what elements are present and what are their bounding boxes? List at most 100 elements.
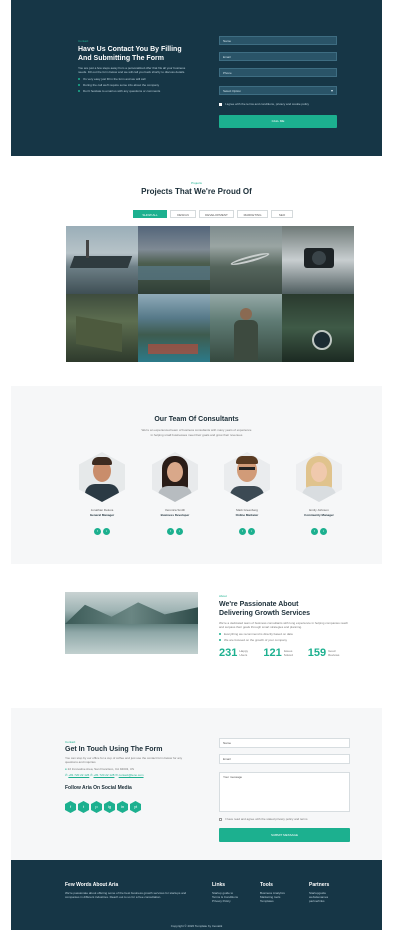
twitter-icon[interactable]: t [320, 528, 327, 535]
request-title-line1: Have Us Contact You By Filling [78, 46, 182, 53]
request-email-field[interactable]: Email [219, 52, 337, 61]
avatar [224, 452, 270, 502]
avatar [296, 452, 342, 502]
project-image-camera[interactable] [282, 226, 354, 294]
project-image-hiker[interactable] [210, 294, 282, 362]
contact-phone-2[interactable]: +81 720 22 128 [94, 773, 115, 777]
youtube-icon[interactable]: yt [130, 801, 141, 813]
footer-col-title: Partners [309, 882, 330, 888]
linkedin-icon[interactable]: in [117, 801, 128, 813]
submit-message-button[interactable]: SUBMIT MESSAGE [219, 828, 350, 842]
contact-checkbox-row: I have read and agree with the stated pr… [219, 817, 350, 823]
twitter-icon[interactable]: t [103, 528, 110, 535]
twitter-icon[interactable]: t [78, 801, 89, 813]
contact-phone-1[interactable]: +81 720 22 126 [68, 773, 89, 777]
footer-col-partners: Partners Startupguide websitenames partn… [309, 882, 351, 903]
project-image-ship[interactable] [66, 226, 138, 294]
project-image-lake[interactable] [138, 294, 210, 362]
footer-col-tools: Tools Business Analytics Marketing tools… [260, 882, 302, 903]
member-name: Emily Johnson [309, 508, 329, 512]
member-name: Jonathan Deluca [90, 508, 114, 512]
about-title-line2: Delivering Growth Services [219, 610, 311, 617]
facebook-icon[interactable]: f [311, 528, 318, 535]
stats-row: 231 Happy Users 121 Issues Solved 159 Go… [219, 647, 349, 659]
tab-development[interactable]: DEVELOPMENT [199, 210, 234, 218]
request-select[interactable]: Select Option ▾ [219, 86, 337, 95]
pinterest-icon[interactable]: p [91, 801, 102, 813]
call-me-button[interactable]: CALL ME [219, 115, 337, 128]
member-role: Community Manager [304, 513, 334, 517]
footer-col-title: Links [212, 882, 226, 888]
twitter-icon[interactable]: t [176, 528, 183, 535]
request-section: Contact Have Us Contact You By Filling A… [11, 0, 382, 156]
facebook-icon[interactable]: f [239, 528, 246, 535]
request-select-value: Select Option [223, 89, 242, 93]
chevron-down-icon: ▾ [330, 88, 333, 93]
footer-about-text: We're passionate about offering some of … [65, 891, 187, 899]
about-image-lake [65, 592, 198, 654]
contact-email-field[interactable]: Email [219, 754, 350, 764]
contact-checkbox[interactable] [219, 818, 222, 821]
tab-marketing[interactable]: MARKETING [237, 210, 268, 218]
about-eyebrow: About [219, 594, 227, 598]
project-image-road[interactable] [210, 226, 282, 294]
request-checkbox[interactable] [219, 103, 222, 106]
envelope-icon: ✉ [115, 773, 118, 777]
tab-seo[interactable]: SEO [271, 210, 293, 218]
tab-show-all[interactable]: SHOW ALL [133, 210, 167, 218]
request-title-line2: And Submitting The Form [78, 55, 164, 62]
stat-value: 231 [219, 647, 238, 659]
social-icons-row: f t p ig in yt [65, 795, 195, 813]
member-name: Veronica Smith [164, 508, 186, 512]
project-image-compass[interactable] [282, 294, 354, 362]
contact-text: You can stop by our office for a cup of … [65, 756, 183, 764]
stat-label: Good Reviews [328, 649, 340, 657]
footer-link[interactable]: partnerlinks [309, 899, 351, 903]
contact-title: Get In Touch Using The Form [65, 746, 163, 753]
member-role: Business Developer [160, 513, 190, 517]
request-bullet: Don't hesitate to email us with any ques… [78, 89, 198, 93]
member-role: Online Marketer [235, 513, 259, 517]
instagram-icon[interactable]: ig [104, 801, 115, 813]
footer-about-title: Few Words About Aria [65, 882, 119, 888]
footer-link[interactable]: Templates [260, 899, 302, 903]
facebook-icon[interactable]: f [94, 528, 101, 535]
footer-link[interactable]: Privacy Policy [212, 899, 254, 903]
project-image-canyon[interactable] [138, 226, 210, 294]
page: Contact Have Us Contact You By Filling A… [11, 0, 382, 930]
team-intro-line2: in helping small businesses meet their g… [150, 433, 243, 437]
map-pin-icon: ● [65, 767, 67, 771]
contact-form: Name Email Your message I have read and … [219, 738, 350, 842]
facebook-icon[interactable]: f [65, 801, 76, 813]
stat-value: 159 [307, 647, 327, 659]
contact-name-field[interactable]: Name [219, 738, 350, 748]
copyright: Copyright © 2020 Template by Inovatik [170, 924, 223, 928]
request-checkbox-label: I agree with the terms and conditions, p… [225, 102, 310, 106]
facebook-icon[interactable]: f [167, 528, 174, 535]
request-eyebrow: Contact [78, 39, 89, 43]
request-checkbox-row: I agree with the terms and conditions, p… [219, 102, 337, 108]
contact-message-field[interactable]: Your message [219, 772, 350, 812]
team-intro-line1: We're an experienced team of business co… [141, 428, 252, 432]
projects-title: Projects That We're Proud Of [141, 187, 252, 196]
twitter-icon[interactable]: t [248, 528, 255, 535]
contact-eyebrow: Contact [65, 740, 76, 744]
stat-label: Happy Users [239, 649, 249, 657]
stat: 121 Issues Solved [263, 647, 297, 659]
footer: Few Words About Aria We're passionate ab… [11, 860, 382, 930]
team-member-card: Emily Johnson Community Manager ft [289, 452, 349, 537]
about-title-line1: We're Passionate About [219, 601, 299, 608]
tab-design[interactable]: DESIGN [170, 210, 196, 218]
request-phone-field[interactable]: Phone [219, 68, 337, 77]
stat-value: 121 [263, 647, 282, 659]
stat: 159 Good Reviews [308, 647, 342, 659]
about-text-block: About We're Passionate About Delivering … [219, 594, 349, 659]
project-image-cabin[interactable] [66, 294, 138, 362]
member-role: General Manager [89, 513, 115, 517]
request-name-field[interactable]: Name [219, 36, 337, 45]
projects-eyebrow: Projects [191, 181, 202, 185]
footer-col-links: Links Startup guide to Terms & Condition… [212, 882, 254, 903]
request-bullet: During the call we'll require some info … [78, 83, 198, 87]
contact-email[interactable]: contact@leno.com [119, 773, 144, 777]
avatar [79, 452, 125, 502]
